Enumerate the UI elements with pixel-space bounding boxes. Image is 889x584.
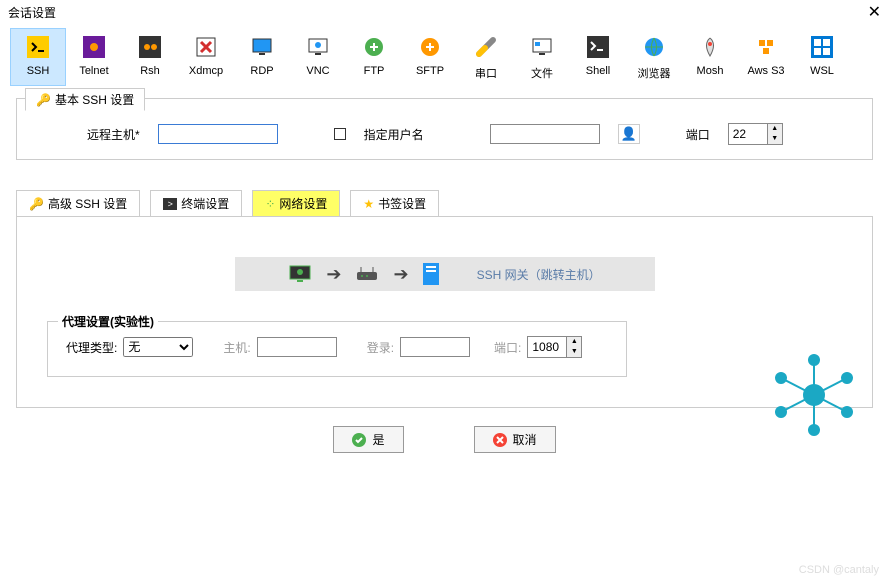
- specify-user-label: 指定用户名: [364, 126, 424, 143]
- toolbar-browser[interactable]: 浏览器: [626, 28, 682, 86]
- toolbar-aws[interactable]: Aws S3: [738, 28, 794, 86]
- check-icon: [352, 433, 366, 447]
- port-spinner[interactable]: ▲▼: [728, 123, 783, 145]
- port-input[interactable]: [729, 125, 767, 143]
- proxy-port-spinner[interactable]: ▲▼: [527, 336, 582, 358]
- rsh-icon: [138, 35, 162, 59]
- toolbar-mosh[interactable]: Mosh: [682, 28, 738, 86]
- protocol-toolbar: SSH Telnet Rsh Xdmcp RDP VNC FTP SFTP 串口…: [0, 22, 889, 90]
- wsl-icon: [810, 35, 834, 59]
- sftp-icon: [418, 35, 442, 59]
- tab-bookmark[interactable]: ★书签设置: [350, 190, 439, 216]
- aws-icon: [754, 35, 778, 59]
- star-icon: ★: [363, 197, 374, 211]
- basic-ssh-panel: 🔑 基本 SSH 设置 远程主机* 指定用户名 👤 端口 ▲▼: [16, 98, 873, 160]
- tab-terminal[interactable]: >终端设置: [150, 190, 242, 216]
- shell-icon: [586, 35, 610, 59]
- toolbar-xdmcp[interactable]: Xdmcp: [178, 28, 234, 86]
- key-icon: 🔑: [29, 197, 44, 211]
- toolbar-shell[interactable]: Shell: [570, 28, 626, 86]
- remote-host-input[interactable]: [158, 124, 278, 144]
- browser-icon: [642, 35, 666, 59]
- vnc-icon: [306, 35, 330, 59]
- key-icon: 🔑: [36, 93, 51, 107]
- toolbar-file[interactable]: 文件: [514, 28, 570, 86]
- proxy-port-up[interactable]: ▲: [567, 337, 581, 347]
- tab-network[interactable]: ⁘网络设置: [252, 190, 340, 216]
- proxy-legend: 代理设置(实验性): [58, 313, 158, 330]
- server-icon: [423, 263, 439, 285]
- xdmcp-icon: [194, 35, 218, 59]
- ok-button[interactable]: 是: [333, 426, 403, 453]
- toolbar-rsh[interactable]: Rsh: [122, 28, 178, 86]
- router-icon: [355, 264, 379, 284]
- network-graphic-icon: [769, 350, 859, 440]
- port-up[interactable]: ▲: [768, 124, 782, 134]
- proxy-type-select[interactable]: 无: [123, 337, 193, 357]
- serial-icon: [474, 35, 498, 59]
- toolbar-wsl[interactable]: WSL: [794, 28, 850, 86]
- proxy-port-down[interactable]: ▼: [567, 347, 581, 357]
- proxy-login-input[interactable]: [400, 337, 470, 357]
- arrow-icon: ➔: [393, 264, 408, 285]
- rdp-icon: [250, 35, 274, 59]
- port-label: 端口: [686, 126, 710, 143]
- specify-user-checkbox[interactable]: [334, 128, 346, 140]
- toolbar-telnet[interactable]: Telnet: [66, 28, 122, 86]
- telnet-icon: [82, 35, 106, 59]
- remote-host-label: 远程主机*: [87, 126, 140, 143]
- network-panel: ➔ ➔ SSH 网关（跳转主机） 代理设置(实验性) 代理类型: 无 主机: 登…: [16, 216, 873, 408]
- proxy-host-input[interactable]: [257, 337, 337, 357]
- settings-tabs: 🔑高级 SSH 设置 >终端设置 ⁘网络设置 ★书签设置: [16, 190, 873, 216]
- proxy-host-label: 主机:: [223, 339, 250, 356]
- ssh-icon: [26, 35, 50, 59]
- toolbar-ssh[interactable]: SSH: [10, 28, 66, 86]
- toolbar-vnc[interactable]: VNC: [290, 28, 346, 86]
- dialog-buttons: 是 取消: [0, 426, 889, 453]
- cancel-button[interactable]: 取消: [474, 426, 556, 453]
- gateway-label: SSH 网关（跳转主机）: [477, 266, 601, 283]
- file-icon: [530, 35, 554, 59]
- toolbar-sftp[interactable]: SFTP: [402, 28, 458, 86]
- window-title: 会话设置: [8, 4, 56, 21]
- watermark: CSDN @cantaly: [799, 564, 879, 576]
- monitor-icon: [288, 264, 312, 284]
- user-picker-button[interactable]: 👤: [618, 124, 640, 144]
- toolbar-serial[interactable]: 串口: [458, 28, 514, 86]
- username-input[interactable]: [490, 124, 600, 144]
- toolbar-ftp[interactable]: FTP: [346, 28, 402, 86]
- proxy-settings: 代理设置(实验性) 代理类型: 无 主机: 登录: 端口: ▲▼: [47, 321, 627, 377]
- tab-advanced-ssh[interactable]: 🔑高级 SSH 设置: [16, 190, 140, 216]
- toolbar-rdp[interactable]: RDP: [234, 28, 290, 86]
- proxy-port-input[interactable]: [528, 338, 566, 356]
- terminal-icon: >: [163, 198, 177, 210]
- network-icon: ⁘: [265, 197, 275, 211]
- close-icon[interactable]: ✕: [868, 2, 881, 22]
- port-down[interactable]: ▼: [768, 134, 782, 144]
- mosh-icon: [698, 35, 722, 59]
- ftp-icon: [362, 35, 386, 59]
- gateway-bar[interactable]: ➔ ➔ SSH 网关（跳转主机）: [235, 257, 655, 291]
- proxy-login-label: 登录:: [367, 339, 394, 356]
- arrow-icon: ➔: [326, 264, 341, 285]
- basic-ssh-tab: 🔑 基本 SSH 设置: [25, 88, 145, 111]
- cancel-icon: [493, 433, 507, 447]
- proxy-type-label: 代理类型:: [66, 339, 117, 356]
- proxy-port-label: 端口:: [494, 339, 521, 356]
